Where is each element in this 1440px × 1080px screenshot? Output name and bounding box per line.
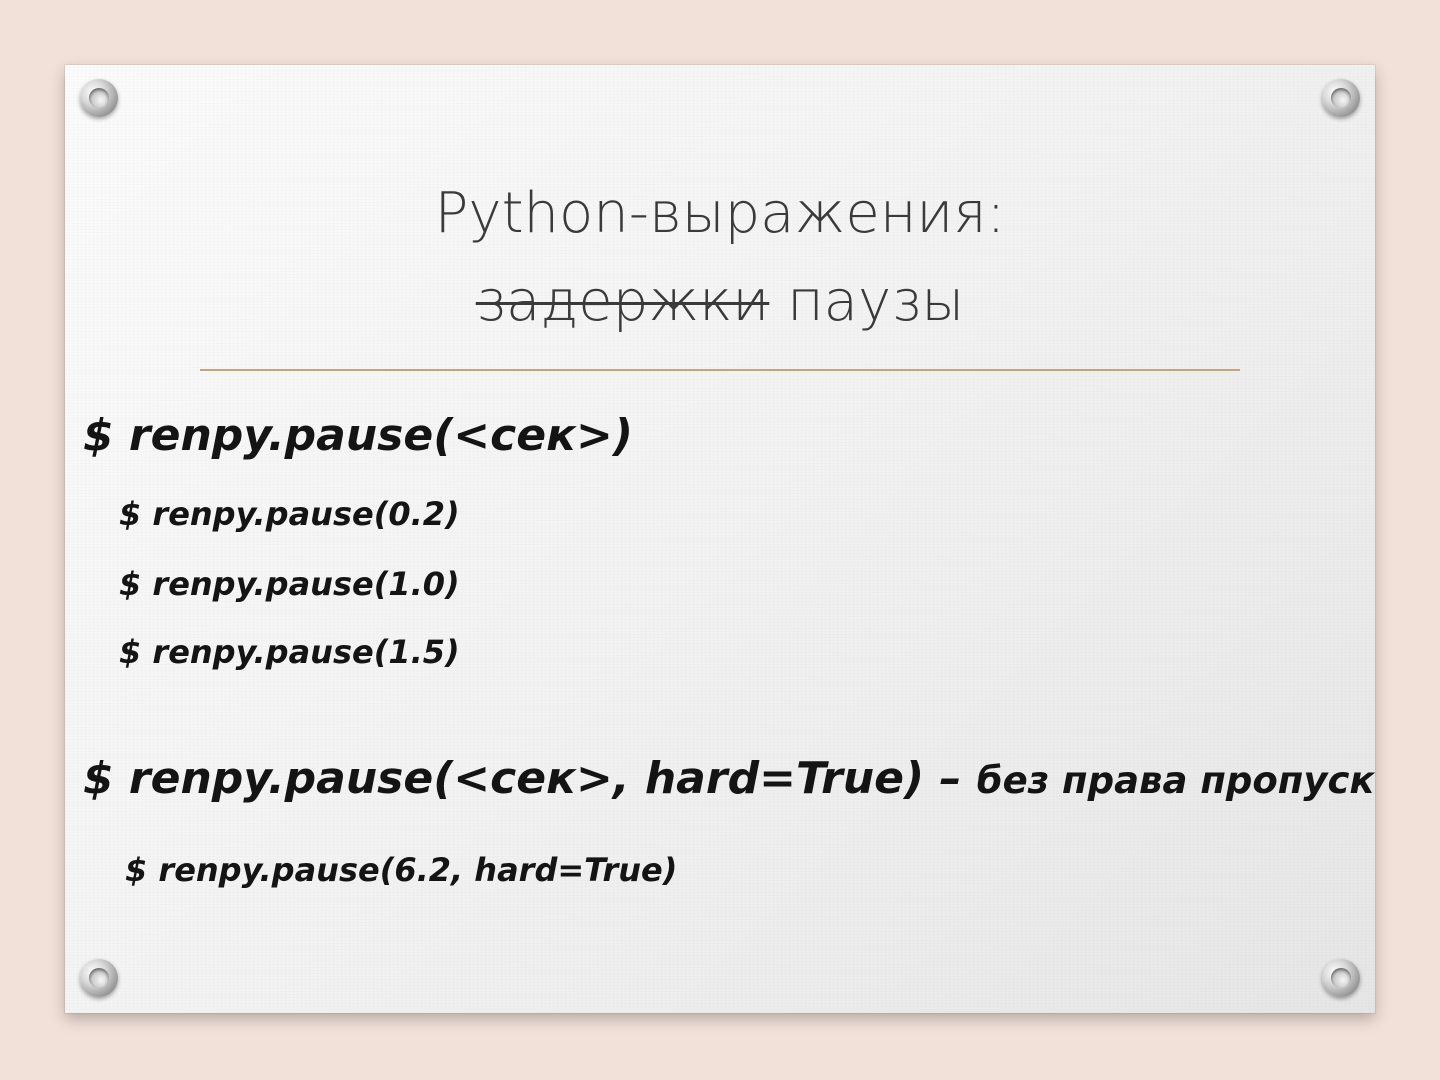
syntax-dash: – [924, 753, 977, 804]
syntax-pause: $ renpy.pause(<сек>) [83, 410, 633, 461]
example-pause-3: $ renpy.pause(1.5) [119, 633, 460, 671]
title-struck-word: задержки [475, 269, 770, 334]
slide-title: Python-выражения: задержки паузы [65, 170, 1375, 346]
title-divider [200, 369, 1240, 371]
title-line-2: задержки паузы [65, 258, 1375, 346]
title-line-1: Python-выражения: [434, 181, 1006, 246]
grommet-icon [80, 959, 118, 997]
grommet-icon [1322, 79, 1360, 117]
grommet-icon [80, 79, 118, 117]
syntax-pause-hard: $ renpy.pause(<сек>, hard=True) – без пр… [83, 753, 1375, 804]
syntax-pause-hard-code: $ renpy.pause(<сек>, hard=True) [83, 753, 925, 804]
slide: Python-выражения: задержки паузы $ renpy… [65, 65, 1375, 1013]
example-pause-2: $ renpy.pause(1.0) [119, 565, 460, 603]
example-pause-1: $ renpy.pause(0.2) [119, 495, 460, 533]
grommet-icon [1322, 959, 1360, 997]
title-replacement-word: паузы [787, 269, 965, 334]
example-pause-hard: $ renpy.pause(6.2, hard=True) [125, 851, 678, 889]
syntax-note: без права пропуска [976, 759, 1375, 802]
